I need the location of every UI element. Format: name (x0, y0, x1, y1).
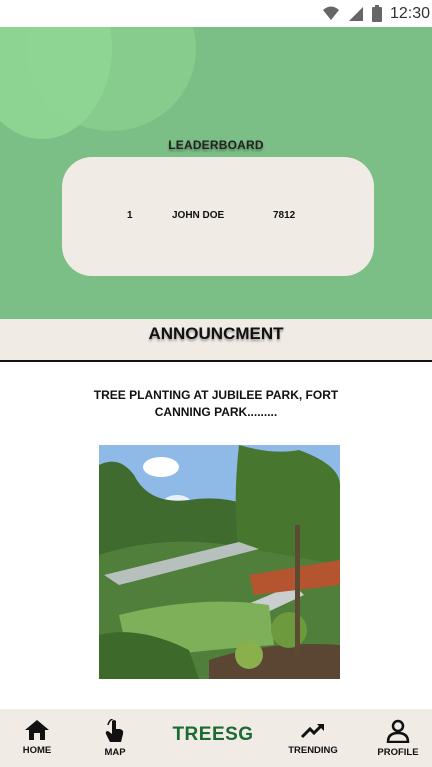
brand-logo: TREESG (172, 724, 254, 745)
announcement-header: ANNOUNCMENT (0, 319, 432, 362)
bottom-nav: HOME MAP TREESG TRENDING PROFILE (0, 709, 432, 767)
nav-home[interactable]: HOME (15, 709, 59, 767)
leaderboard-rank: 1 (127, 210, 133, 221)
battery-icon (371, 5, 382, 22)
leaderboard-name: JOHN DOE (172, 210, 225, 221)
leaderboard-section: LEADERBOARD 1 JOHN DOE 7812 (0, 27, 432, 319)
nav-trending-label: TRENDING (288, 745, 338, 756)
leaderboard-score: 7812 (273, 210, 296, 221)
announcement-text[interactable]: TREE PLANTING AT JUBILEE PARK, FORT CANN… (80, 387, 352, 421)
announcement-photo[interactable] (99, 445, 340, 679)
nav-map[interactable]: MAP (93, 709, 137, 767)
trending-up-icon (300, 723, 324, 739)
profile-icon (386, 719, 410, 743)
wifi-icon (322, 6, 339, 20)
signal-icon (348, 6, 363, 21)
touch-icon (105, 719, 124, 742)
nav-map-label: MAP (104, 747, 126, 758)
nav-profile[interactable]: PROFILE (372, 709, 424, 767)
nav-home-label: HOME (22, 745, 52, 756)
nav-trending[interactable]: TRENDING (283, 709, 343, 767)
nav-profile-label: PROFILE (377, 747, 419, 758)
status-time: 12:30 (389, 4, 430, 22)
leaderboard-card: 1 JOHN DOE 7812 (62, 157, 374, 276)
home-icon (25, 720, 49, 740)
announcement-title: ANNOUNCMENT (148, 324, 284, 343)
leaderboard-title: LEADERBOARD (168, 138, 264, 152)
status-bar: 12:30 (0, 0, 432, 27)
